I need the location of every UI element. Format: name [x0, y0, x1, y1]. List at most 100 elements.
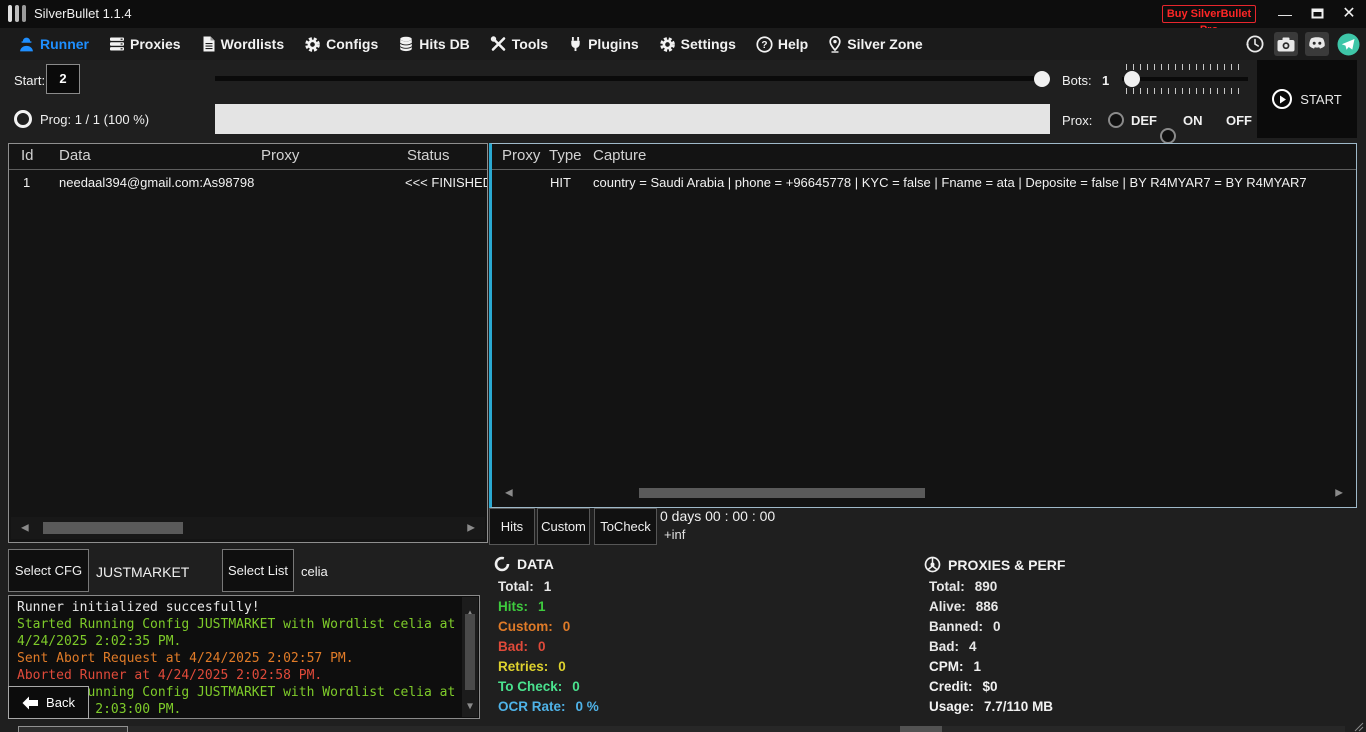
- vscroll-thumb[interactable]: [465, 614, 475, 690]
- nav-help[interactable]: ? Help: [756, 36, 808, 53]
- bots-value: 1: [1102, 73, 1109, 88]
- camera-icon[interactable]: [1274, 32, 1298, 56]
- plug-icon: [568, 36, 583, 52]
- results-hscrollbar[interactable]: ◀ ▶: [11, 517, 485, 539]
- header-divider: [9, 169, 487, 170]
- progress-indicator-icon: [14, 110, 32, 128]
- stat-label: Bad:: [929, 639, 959, 654]
- stat-row-ocr: OCR Rate:0 %: [498, 699, 599, 714]
- bottom-hscrollbar[interactable]: [18, 726, 1345, 732]
- nav-wordlists[interactable]: Wordlists: [201, 36, 285, 52]
- stat-value: 886: [976, 599, 999, 614]
- main-nav: Runner Proxies Wordlists Configs: [0, 28, 1366, 60]
- col-data[interactable]: Data: [59, 147, 91, 164]
- bots-slider-track[interactable]: [1122, 77, 1248, 81]
- bots-slider-thumb[interactable]: [1124, 71, 1140, 87]
- proxies-stats-title-text: PROXIES & PERF: [948, 557, 1065, 573]
- nav-wordlists-label: Wordlists: [221, 36, 285, 52]
- tab-tocheck[interactable]: ToCheck: [594, 508, 657, 545]
- elapsed-timer: 0 days 00 : 00 : 00: [660, 508, 775, 524]
- stat-value: 1: [544, 579, 552, 594]
- log-line: Sent Abort Request at 4/24/2025 2:02:57 …: [17, 650, 457, 667]
- col-capture[interactable]: Capture: [593, 147, 646, 164]
- select-list-button[interactable]: Select List: [222, 549, 294, 592]
- log-line: Runner initialized succesfully!: [17, 599, 457, 616]
- stat-label: Banned:: [929, 619, 983, 634]
- app-logo-icon: [8, 5, 29, 22]
- silverbullet-window: SilverBullet 1.1.4 Buy SilverBullet Pro …: [0, 0, 1366, 732]
- close-button[interactable]: ✕: [1334, 0, 1364, 28]
- col-status[interactable]: Status: [407, 147, 450, 164]
- stat-label: To Check:: [498, 679, 562, 694]
- scroll-left-icon[interactable]: ◀: [505, 488, 513, 499]
- select-cfg-button[interactable]: Select CFG: [8, 549, 89, 592]
- play-icon: [1272, 89, 1292, 109]
- row-status: <<< FINISHED: [405, 175, 487, 190]
- bots-slider-ticks-bottom: [1126, 88, 1244, 94]
- start-count-input[interactable]: 2: [46, 64, 80, 94]
- nav-settings[interactable]: Settings: [659, 36, 736, 53]
- stat-label: Total:: [498, 579, 534, 594]
- minimize-button[interactable]: —: [1270, 0, 1300, 28]
- log-vscrollbar[interactable]: ▲ ▼: [462, 597, 478, 717]
- hscroll-thumb[interactable]: [43, 522, 183, 534]
- proxies-stats-title: PROXIES & PERF: [924, 556, 1065, 573]
- pstat-row-credit: Credit:$0: [929, 679, 998, 694]
- stat-row-bad: Bad: 0: [498, 639, 546, 654]
- telegram-icon[interactable]: [1336, 32, 1360, 56]
- col-proxy2[interactable]: Proxy: [502, 147, 540, 164]
- stat-label: Bad:: [498, 639, 528, 654]
- data-stats-title-text: DATA: [517, 556, 554, 572]
- history-icon[interactable]: [1243, 32, 1267, 56]
- tab-custom[interactable]: Custom: [537, 508, 590, 545]
- nav-proxies[interactable]: Proxies: [109, 36, 181, 52]
- hscroll-thumb[interactable]: [18, 726, 128, 732]
- col-type[interactable]: Type: [549, 147, 582, 164]
- stat-value: 0: [558, 659, 566, 674]
- tab-hits[interactable]: Hits: [489, 508, 535, 545]
- hscroll-thumb[interactable]: [639, 488, 925, 498]
- start-button[interactable]: START: [1257, 60, 1357, 138]
- nav-silverzone[interactable]: Silver Zone: [828, 36, 922, 53]
- buy-pro-button[interactable]: Buy SilverBullet Pro: [1162, 5, 1256, 23]
- wordlist-name: celia: [301, 564, 328, 579]
- stat-value: 0: [538, 639, 546, 654]
- scroll-left-icon[interactable]: ◀: [21, 523, 29, 534]
- stat-label: CPM:: [929, 659, 964, 674]
- settings-gear-icon: [659, 36, 676, 53]
- nav-hitsdb[interactable]: Hits DB: [398, 36, 470, 52]
- scroll-right-icon[interactable]: ▶: [1335, 488, 1343, 499]
- stat-value: $0: [983, 679, 998, 694]
- nav-plugins[interactable]: Plugins: [568, 36, 639, 52]
- nav-proxies-label: Proxies: [130, 36, 181, 52]
- nav-hitsdb-label: Hits DB: [419, 36, 470, 52]
- config-name: JUSTMARKET: [96, 564, 189, 580]
- resize-grip[interactable]: [1354, 722, 1364, 732]
- prox-radio-on[interactable]: [1160, 128, 1176, 144]
- capture-hscrollbar[interactable]: ◀ ▶: [495, 483, 1353, 503]
- scroll-down-icon[interactable]: ▼: [467, 698, 473, 715]
- location-pin-icon: [828, 36, 842, 53]
- stat-label: Usage:: [929, 699, 974, 714]
- prog-value-text: 1 / 1 (100 %): [75, 112, 149, 127]
- maximize-button[interactable]: [1302, 0, 1332, 28]
- back-button[interactable]: Back: [8, 686, 89, 719]
- threads-slider-thumb[interactable]: [1034, 71, 1050, 87]
- nav-configs[interactable]: Configs: [304, 36, 378, 53]
- nav-tools[interactable]: Tools: [490, 36, 548, 52]
- stat-label: Hits:: [498, 599, 528, 614]
- bots-slider[interactable]: [1122, 64, 1248, 94]
- col-proxy[interactable]: Proxy: [261, 147, 299, 164]
- stat-value: 890: [975, 579, 998, 594]
- prox-radio-def[interactable]: [1108, 112, 1124, 128]
- hscroll-thumb-secondary[interactable]: [900, 726, 942, 732]
- prox-off-label: OFF: [1226, 113, 1252, 128]
- col-id[interactable]: Id: [21, 147, 34, 164]
- discord-icon[interactable]: [1305, 32, 1329, 56]
- scroll-right-icon[interactable]: ▶: [467, 523, 475, 534]
- database-icon: [398, 36, 414, 52]
- threads-slider-track[interactable]: [215, 76, 1050, 81]
- log-line: Aborted Runner at 4/24/2025 2:02:58 PM.: [17, 667, 457, 684]
- stat-value: 1: [538, 599, 546, 614]
- nav-runner[interactable]: Runner: [18, 36, 89, 53]
